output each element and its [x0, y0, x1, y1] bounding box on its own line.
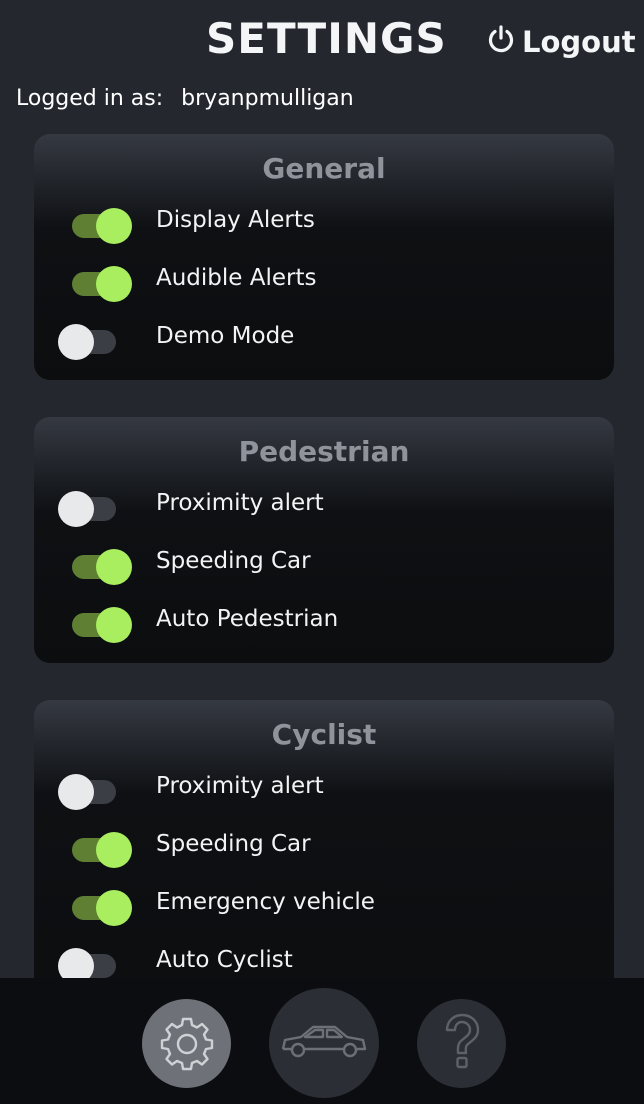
setting-label: Auto Pedestrian — [156, 606, 339, 632]
general-card: General Display Alerts Audible Alerts De… — [34, 134, 614, 380]
setting-label: Emergency vehicle — [156, 889, 375, 915]
demo-mode-toggle[interactable] — [58, 324, 130, 360]
setting-label: Demo Mode — [156, 323, 295, 349]
setting-row: Proximity alert — [34, 768, 614, 810]
audible-alerts-toggle[interactable] — [58, 266, 132, 302]
settings-nav-button[interactable] — [142, 999, 231, 1088]
setting-label: Proximity alert — [156, 773, 324, 799]
setting-row: Speeding Car — [34, 543, 614, 585]
section-title: General — [262, 152, 386, 185]
header: SETTINGS Logout — [0, 0, 644, 80]
setting-label: Auto Cyclist — [156, 947, 293, 973]
cyclist-card: Cyclist Proximity alert Speeding Car Eme… — [34, 700, 614, 1020]
car-icon — [279, 1016, 369, 1070]
cyclist-speeding-toggle[interactable] — [58, 832, 132, 868]
section-title: Pedestrian — [238, 435, 410, 468]
pedestrian-card: Pedestrian Proximity alert Speeding Car … — [34, 417, 614, 663]
setting-label: Display Alerts — [156, 207, 315, 233]
auto-pedestrian-toggle[interactable] — [58, 607, 132, 643]
setting-label: Speeding Car — [156, 548, 311, 574]
pedestrian-proximity-toggle[interactable] — [58, 491, 130, 527]
setting-row: Display Alerts — [34, 202, 614, 244]
pedestrian-speeding-toggle[interactable] — [58, 549, 132, 585]
setting-label: Speeding Car — [156, 831, 311, 857]
cyclist-proximity-toggle[interactable] — [58, 774, 130, 810]
setting-label: Proximity alert — [156, 490, 324, 516]
logged-in-info: Logged in as: bryanpmulligan — [16, 86, 354, 111]
page-title: SETTINGS — [206, 14, 447, 63]
auto-cyclist-toggle[interactable] — [58, 948, 130, 984]
setting-row: Audible Alerts — [34, 260, 614, 302]
display-alerts-toggle[interactable] — [58, 208, 132, 244]
emergency-vehicle-toggle[interactable] — [58, 890, 132, 926]
bottom-nav — [0, 978, 644, 1104]
setting-row: Speeding Car — [34, 826, 614, 868]
help-nav-button[interactable] — [417, 999, 506, 1088]
username: bryanpmulligan — [181, 86, 354, 111]
setting-label: Audible Alerts — [156, 265, 317, 291]
setting-row: Auto Cyclist — [34, 942, 614, 984]
gear-icon — [158, 1013, 216, 1075]
car-nav-button[interactable] — [269, 988, 379, 1098]
power-icon — [486, 24, 516, 61]
logout-label: Logout — [522, 25, 636, 59]
setting-row: Demo Mode — [34, 318, 614, 360]
setting-row: Auto Pedestrian — [34, 601, 614, 643]
logged-in-label: Logged in as: — [16, 86, 164, 111]
setting-row: Emergency vehicle — [34, 884, 614, 926]
section-title: Cyclist — [271, 718, 377, 751]
question-icon — [437, 1012, 487, 1076]
logout-button[interactable]: Logout — [486, 22, 636, 62]
setting-row: Proximity alert — [34, 485, 614, 527]
